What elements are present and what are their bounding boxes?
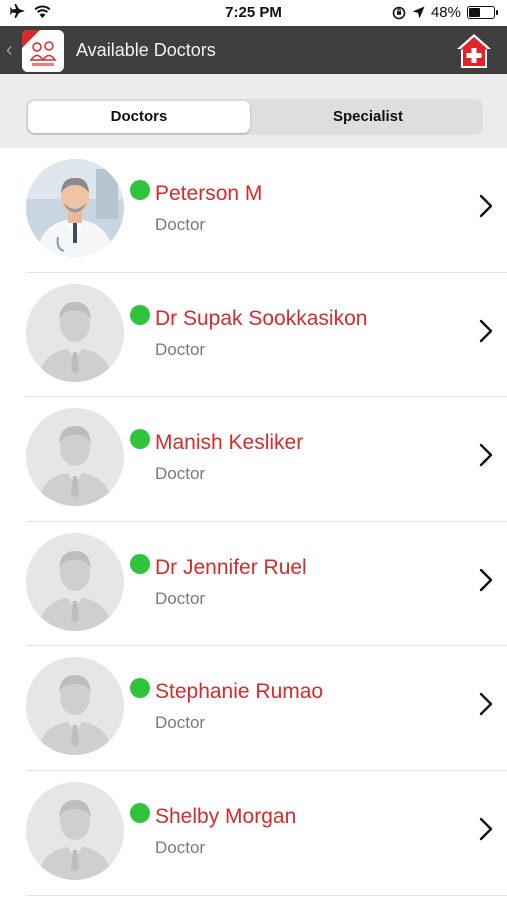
row-divider — [26, 894, 507, 896]
tab-doctors[interactable]: Doctors — [28, 101, 250, 133]
chevron-right-icon[interactable] — [479, 568, 493, 592]
battery-icon — [467, 6, 498, 19]
tab-specialist[interactable]: Specialist — [257, 101, 479, 133]
placeholder-avatar-icon — [26, 283, 124, 382]
chevron-right-icon[interactable] — [479, 817, 493, 841]
placeholder-avatar-icon — [26, 781, 124, 880]
doctor-name: Dr Supak Sookkasikon — [155, 306, 368, 330]
online-status-dot — [130, 304, 150, 325]
battery-percent: 48% — [430, 4, 461, 21]
doctor-role: Doctor — [155, 713, 206, 733]
list-item[interactable]: Shelby Morgan Doctor — [0, 770, 507, 896]
doctor-role: Doctor — [155, 339, 206, 359]
chevron-right-icon[interactable] — [479, 194, 493, 218]
online-status-dot — [130, 429, 150, 450]
doctor-list: Peterson M Doctor Dr Supak Sookkasikon D… — [0, 148, 507, 896]
chevron-right-icon[interactable] — [479, 319, 493, 343]
list-item[interactable]: Dr Supak Sookkasikon Doctor — [0, 272, 507, 398]
doctor-role: Doctor — [155, 837, 206, 857]
orientation-lock-icon — [392, 6, 406, 19]
home-medical-icon[interactable] — [455, 32, 493, 70]
chevron-right-icon[interactable] — [479, 692, 493, 716]
doctor-name: Peterson M — [155, 182, 263, 205]
placeholder-avatar-icon — [26, 657, 124, 756]
doctor-photo — [26, 159, 124, 257]
location-icon — [412, 6, 425, 19]
nav-bar: ‹ Available Doctors — [0, 26, 507, 74]
segment-area: Doctors Specialist — [0, 74, 507, 148]
doctor-role: Doctor — [155, 215, 206, 234]
list-item[interactable]: Stephanie Rumao Doctor — [0, 646, 507, 771]
chevron-left-icon[interactable]: ‹ — [6, 38, 13, 62]
app-logo — [22, 30, 64, 72]
doctor-role: Doctor — [155, 588, 206, 608]
page-title: Available Doctors — [76, 40, 216, 60]
status-bar: 7:25 PM 48% — [0, 0, 507, 26]
online-status-dot — [130, 553, 150, 574]
list-item[interactable]: Peterson M Doctor — [0, 148, 507, 273]
doctor-name: Dr Jennifer Ruel — [155, 555, 307, 579]
list-item[interactable]: Dr Jennifer Ruel Doctor — [0, 521, 507, 647]
online-status-dot — [130, 802, 150, 823]
segmented-control: Doctors Specialist — [26, 99, 483, 135]
status-right: 48% — [392, 4, 498, 21]
doctor-name: Manish Kesliker — [155, 431, 304, 455]
chevron-right-icon[interactable] — [479, 443, 493, 467]
online-status-dot — [130, 180, 150, 200]
battery-fill — [469, 8, 480, 17]
doctor-name: Shelby Morgan — [155, 804, 297, 828]
placeholder-avatar-icon — [26, 532, 124, 631]
placeholder-avatar-icon — [26, 408, 124, 507]
doctor-role: Doctor — [155, 464, 206, 484]
list-item[interactable]: Manish Kesliker Doctor — [0, 397, 507, 522]
doctor-name: Stephanie Rumao — [155, 680, 324, 704]
online-status-dot — [130, 678, 150, 699]
